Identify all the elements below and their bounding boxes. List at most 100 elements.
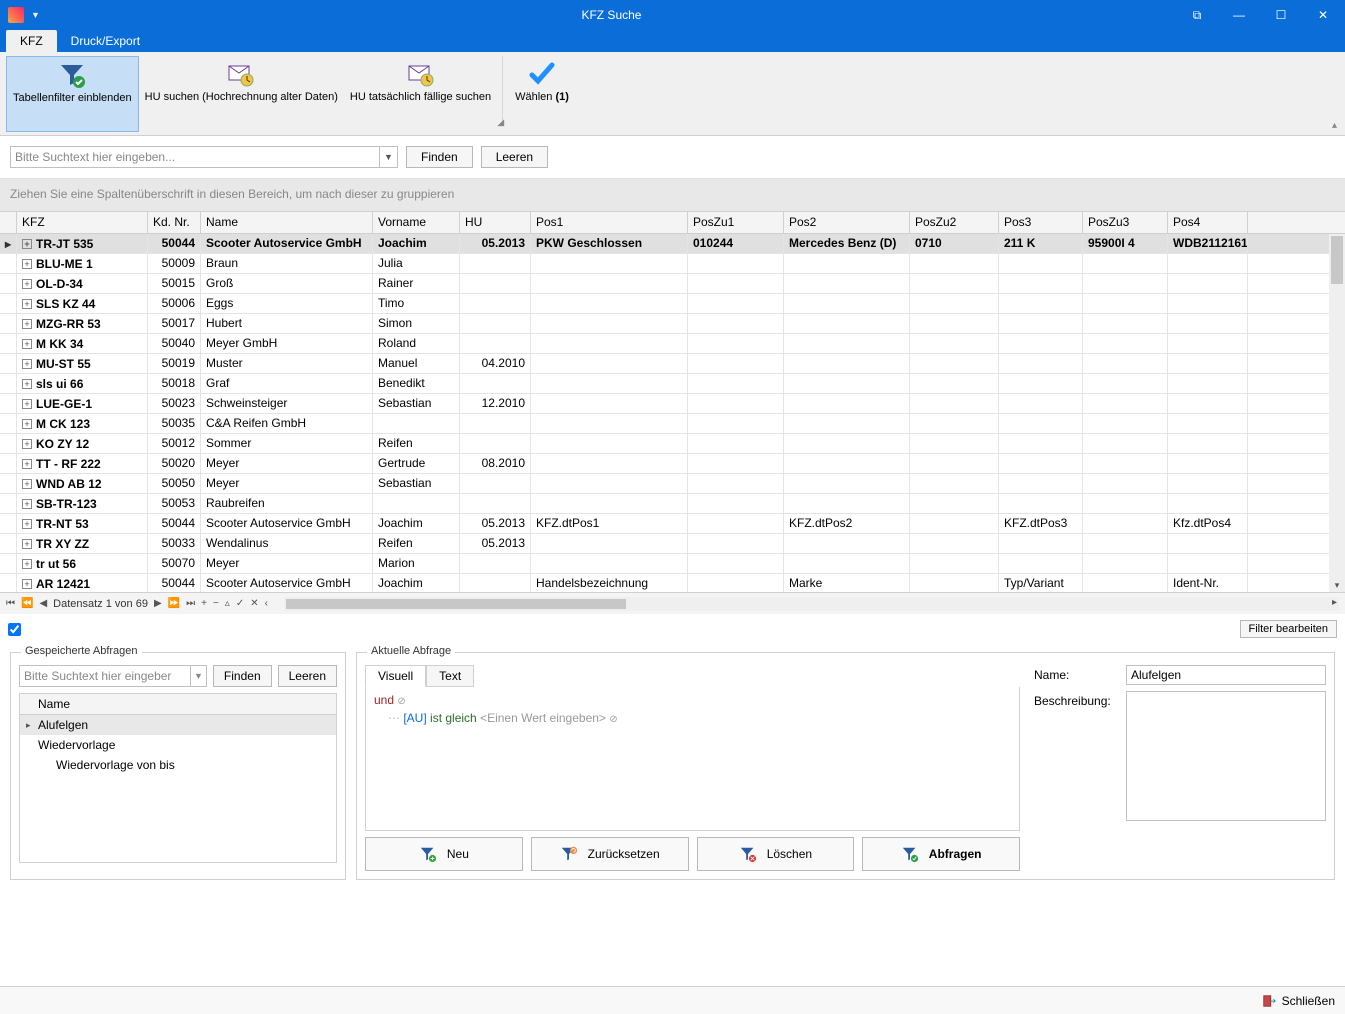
qat-dropdown-icon[interactable]: ▼ [31,10,40,20]
nav-refresh-icon[interactable]: ‹ [265,598,268,609]
table-row[interactable]: +M CK 12350035C&A Reifen GmbH [0,414,1345,434]
ribbon-waehlen[interactable]: Wählen (1) [509,56,575,132]
column-header[interactable]: PosZu3 [1083,212,1168,233]
table-row[interactable]: ▸+TR-JT 53550044Scooter Autoservice GmbH… [0,234,1345,254]
scroll-thumb[interactable] [286,599,626,609]
nav-remove-icon[interactable]: − [213,598,219,609]
horizontal-scrollbar[interactable]: ▸ [284,597,1339,611]
tab-text[interactable]: Text [426,665,474,687]
expand-icon[interactable]: + [22,359,32,369]
expand-icon[interactable]: + [22,399,32,409]
nav-first-icon[interactable]: ⏮ [6,598,15,609]
query-builder[interactable]: und ⊘ ⋯ [AU] ist gleich <Einen Wert eing… [365,687,1020,831]
column-header[interactable]: Pos2 [784,212,910,233]
expand-icon[interactable]: + [22,379,32,389]
close-button[interactable]: Schließen [1282,994,1335,1008]
expand-icon[interactable]: + [22,239,32,249]
table-row[interactable]: +TR-NT 5350044Scooter Autoservice GmbHJo… [0,514,1345,534]
ribbon-hu-hochrechnung[interactable]: HU suchen (Hochrechnung alter Daten) [139,56,344,132]
ribbon-hu-faellig[interactable]: HU tatsächlich fällige suchen [344,56,497,132]
nav-cancel-icon[interactable]: ✕ [250,598,258,609]
clear-button[interactable]: Leeren [481,146,548,168]
list-item[interactable]: Wiedervorlage von bis [20,755,336,775]
table-row[interactable]: +BLU-ME 150009BraunJulia [0,254,1345,274]
table-row[interactable]: +MZG-RR 5350017HubertSimon [0,314,1345,334]
column-header[interactable]: HU [460,212,531,233]
tab-kfz[interactable]: KFZ [6,30,57,52]
expand-icon[interactable]: + [22,519,32,529]
column-header[interactable]: Name [201,212,373,233]
expand-icon[interactable]: + [22,419,32,429]
column-header[interactable]: Pos4 [1168,212,1248,233]
find-button[interactable]: Finden [406,146,473,168]
scroll-down-icon[interactable]: ▾ [1329,578,1345,592]
restore-down-icon[interactable]: ⧉ [1183,8,1211,23]
table-row[interactable]: +LUE-GE-150023SchweinsteigerSebastian12.… [0,394,1345,414]
expand-icon[interactable]: + [22,319,32,329]
column-indicator[interactable] [0,212,17,233]
nav-edit-icon[interactable]: ▵ [225,598,230,609]
column-header[interactable]: Vorname [373,212,460,233]
minimize-button[interactable]: — [1225,8,1253,23]
list-item[interactable]: Wiedervorlage [20,735,336,755]
search-combo[interactable]: Bitte Suchtext hier eingeben... ▼ [10,146,398,168]
group-panel[interactable]: Ziehen Sie eine Spaltenüberschrift in di… [0,179,1345,211]
table-row[interactable]: +TT - RF 22250020MeyerGertrude08.2010 [0,454,1345,474]
expand-icon[interactable]: + [22,539,32,549]
column-header[interactable]: KFZ [17,212,148,233]
nav-add-icon[interactable]: + [201,598,207,609]
table-row[interactable]: +OL-D-3450015GroßRainer [0,274,1345,294]
filter-edit-button[interactable]: Filter bearbeiten [1240,620,1338,638]
clear-condition-icon[interactable]: ⊘ [397,696,405,707]
delete-query-button[interactable]: Löschen [697,837,855,871]
scroll-right-icon[interactable]: ▸ [1332,597,1337,608]
table-row[interactable]: +MU-ST 5550019MusterManuel04.2010 [0,354,1345,374]
table-row[interactable]: +WND AB 1250050MeyerSebastian [0,474,1345,494]
query-name-input[interactable] [1126,665,1326,685]
table-row[interactable]: +AR 1242150044Scooter Autoservice GmbHJo… [0,574,1345,592]
expand-icon[interactable]: + [22,339,32,349]
vertical-scrollbar[interactable]: ▴ ▾ [1329,234,1345,592]
saved-search-combo[interactable]: Bitte Suchtext hier eingeber ▼ [19,665,207,687]
table-row[interactable]: +SB-TR-12350053Raubreifen [0,494,1345,514]
nav-prevpage-icon[interactable]: ⏪ [21,598,33,609]
ribbon-tabellenfilter[interactable]: Tabellenfilter einblenden [6,56,139,132]
close-window-button[interactable]: ✕ [1309,8,1337,23]
table-row[interactable]: +sls ui 6650018GrafBenedikt [0,374,1345,394]
chevron-down-icon[interactable]: ▼ [379,147,397,167]
expand-icon[interactable]: + [22,259,32,269]
nav-post-icon[interactable]: ✓ [236,598,244,609]
filter-enabled-checkbox[interactable] [8,623,21,636]
table-row[interactable]: +tr ut 5650070MeyerMarion [0,554,1345,574]
column-header[interactable]: Pos3 [999,212,1083,233]
expand-icon[interactable]: + [22,459,32,469]
nav-next-icon[interactable]: ▶ [154,598,162,609]
scroll-thumb[interactable] [1331,236,1343,284]
saved-clear-button[interactable]: Leeren [278,665,337,687]
expand-icon[interactable]: + [22,579,32,589]
table-row[interactable]: +TR XY ZZ50033WendalinusReifen05.2013 [0,534,1345,554]
expand-icon[interactable]: + [22,299,32,309]
clear-condition-icon[interactable]: ⊘ [609,714,617,725]
saved-find-button[interactable]: Finden [213,665,272,687]
column-header[interactable]: Kd. Nr. [148,212,201,233]
table-row[interactable]: +SLS KZ 4450006EggsTimo [0,294,1345,314]
column-header[interactable]: PosZu1 [688,212,784,233]
table-row[interactable]: +KO ZY 1250012SommerReifen [0,434,1345,454]
expand-icon[interactable]: + [22,439,32,449]
list-item[interactable]: ▸Alufelgen [20,715,336,735]
expand-icon[interactable]: + [22,279,32,289]
list-column-header[interactable]: Name [20,694,336,715]
nav-prev-icon[interactable]: ◀ [39,598,47,609]
reset-query-button[interactable]: Zurücksetzen [531,837,689,871]
expand-icon[interactable]: + [22,499,32,509]
run-query-button[interactable]: Abfragen [862,837,1020,871]
nav-nextpage-icon[interactable]: ⏩ [168,598,180,609]
group-launcher-icon[interactable]: ◢ [497,117,504,128]
maximize-button[interactable]: ☐ [1267,8,1295,23]
nav-last-icon[interactable]: ⏭ [186,598,195,609]
new-query-button[interactable]: Neu [365,837,523,871]
tab-visuell[interactable]: Visuell [365,665,426,687]
table-row[interactable]: +M KK 3450040Meyer GmbHRoland [0,334,1345,354]
chevron-down-icon[interactable]: ▼ [190,666,206,686]
